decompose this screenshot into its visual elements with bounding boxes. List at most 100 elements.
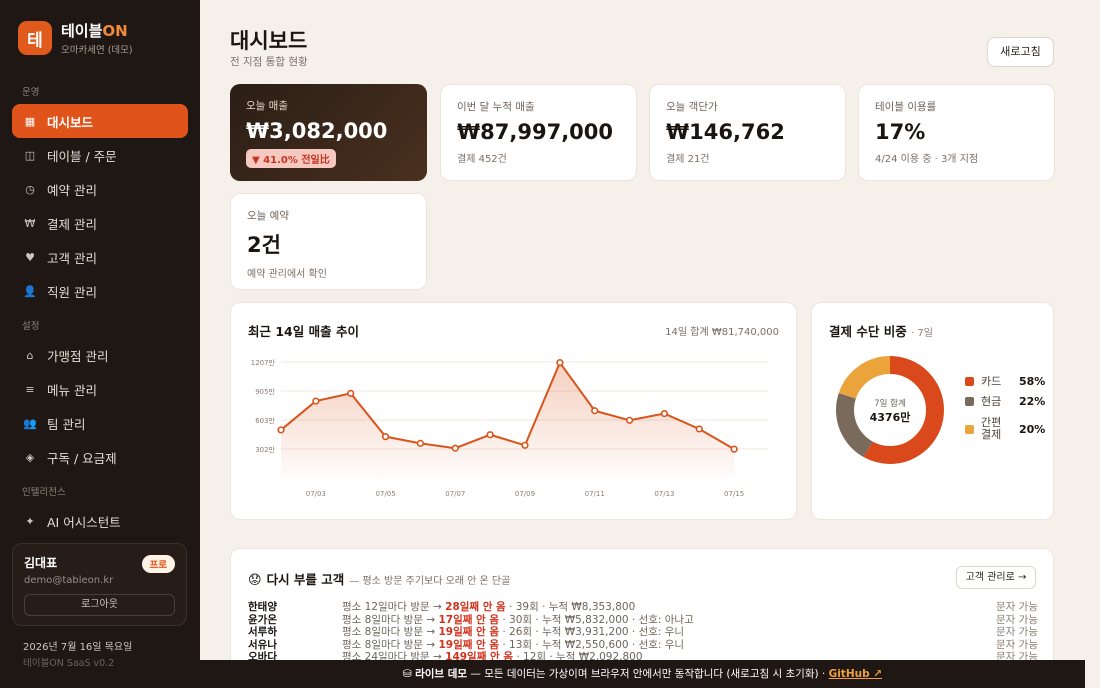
y-tick-label: 603만 bbox=[255, 416, 275, 425]
legend-item: 현금 22% bbox=[965, 395, 1045, 408]
x-tick-label: 07/13 bbox=[654, 490, 674, 498]
data-point-07/14[interactable] bbox=[695, 425, 703, 433]
kpi-value: 2건 bbox=[247, 233, 281, 257]
payment-donut-chart: 7일 합계4376만 bbox=[836, 356, 944, 464]
data-point-07/15[interactable] bbox=[730, 445, 738, 453]
payment-mix-card: 결제 수단 비중 · 7일 7일 합계 4376만 카드 58% 현금 22% 간편결제 2… bbox=[811, 302, 1054, 520]
user-card: 김대표 demo@tableon.kr 프로 로그아웃 bbox=[12, 543, 187, 626]
y-tick-label: 905만 bbox=[255, 387, 275, 396]
team-icon: 👥 bbox=[23, 416, 37, 430]
legend-label: 카드 bbox=[981, 374, 1002, 388]
logout-button[interactable]: 로그아웃 bbox=[24, 594, 175, 616]
donut-center-value: 4376만 bbox=[870, 410, 911, 424]
lapsed-customers-title: 다시 부를 고객 bbox=[266, 572, 345, 587]
lapsed-customers-header: 😟 다시 부를 고객 — 평소 방문 주기보다 오래 안 온 단골 bbox=[248, 569, 510, 588]
legend-swatch bbox=[965, 397, 974, 406]
sidebar-item-label: 메뉴 관리 bbox=[47, 382, 97, 398]
data-point-07/12[interactable] bbox=[625, 416, 634, 424]
sidebar-item-tables[interactable]: ◫ 테이블 / 주문 bbox=[12, 138, 188, 172]
legend-value: 20% bbox=[1019, 422, 1046, 436]
table-row[interactable]: 서루하 평소 8일마다 방문 → 19일째 안 옴 · 26회 · 누적 ₩3,9… bbox=[248, 626, 1038, 639]
kpi-note: 4/24 이용 중 · 3개 지점 bbox=[875, 154, 979, 165]
kpi-note: 예약 관리에서 확인 bbox=[247, 269, 327, 280]
kpi-value: 17% bbox=[875, 120, 926, 144]
customer-name: 윤가온 bbox=[248, 613, 277, 626]
data-point-07/03[interactable] bbox=[312, 397, 320, 405]
sidebar-item-label: 예약 관리 bbox=[47, 182, 97, 198]
go-to-customers-button[interactable]: 고객 관리로 → bbox=[956, 566, 1036, 589]
sidebar-item-label: 결제 관리 bbox=[47, 216, 97, 232]
sidebar-item-staff[interactable]: 👤 직원 관리 bbox=[12, 274, 188, 308]
page-title: 대시보드 bbox=[230, 29, 308, 53]
days-absent: 19일째 안 옴 bbox=[438, 638, 500, 651]
diamond-icon: ◈ bbox=[25, 450, 35, 464]
sidebar-item-label: 고객 관리 bbox=[47, 250, 97, 266]
customer-detail: 평소 12일마다 방문 → 28일째 안 옴 · 39회 · 누적 ₩8,353… bbox=[342, 601, 978, 614]
sidebar-item-subscription[interactable]: ◈ 구독 / 요금제 bbox=[12, 440, 188, 474]
brand-name: 테이블ON bbox=[61, 20, 133, 41]
sidebar-item-customers[interactable]: ♥ 고객 관리 bbox=[12, 240, 188, 274]
table-row[interactable]: 윤가온 평소 8일마다 방문 → 17일째 안 옴 · 30회 · 누적 ₩5,8… bbox=[248, 614, 1038, 627]
data-point-07/08[interactable] bbox=[486, 431, 494, 439]
y-tick-label: 1207만 bbox=[251, 358, 276, 367]
data-point-07/06[interactable] bbox=[416, 439, 425, 447]
legend-label: 현금 bbox=[981, 394, 1002, 408]
worried-face-icon: 😟 bbox=[248, 573, 262, 588]
brand[interactable]: 테 테이블ON 오마카세연 (데모) bbox=[12, 18, 188, 56]
data-point-07/13[interactable] bbox=[660, 409, 669, 418]
sidebar-item-label: 직원 관리 bbox=[47, 284, 97, 300]
legend-item: 간편결제 20% bbox=[965, 417, 1045, 441]
main-content: 대시보드 전 지점 통합 현황 새로고침 오늘 매출 ₩3,082,000 ▼ … bbox=[200, 0, 1100, 688]
sidebar-item-team[interactable]: 👥 팀 관리 bbox=[12, 406, 188, 440]
kpi-note: 결제 452건 bbox=[457, 154, 507, 165]
demo-icon: ⛁ bbox=[402, 668, 412, 680]
kpi-avg-spend: 오늘 객단가 ₩146,762 결제 21건 bbox=[649, 84, 846, 181]
sidebar-nav: 운영 ▦ 대시보드 ◫ 테이블 / 주문 ◷ 예약 관리 ₩ 결제 관리 ♥ 고객 관리 👤 직원 관리… bbox=[12, 84, 188, 538]
data-point-07/07[interactable] bbox=[451, 444, 459, 452]
kpi-label: 테이블 이용률 bbox=[875, 101, 937, 113]
x-tick-label: 07/05 bbox=[375, 490, 395, 498]
sidebar-item-stores[interactable]: ⌂ 가맹점 관리 bbox=[12, 338, 188, 372]
sidebar-item-reservations[interactable]: ◷ 예약 관리 bbox=[12, 172, 188, 206]
kpi-note: 결제 21건 bbox=[666, 154, 710, 165]
visit-cycle: 평소 12일마다 방문 → bbox=[342, 601, 446, 613]
refresh-button[interactable]: 새로고침 bbox=[987, 37, 1054, 67]
sms-status: 문자 가능 bbox=[996, 626, 1038, 638]
kpi-label: 오늘 매출 bbox=[246, 100, 288, 112]
data-point-07/04[interactable] bbox=[347, 389, 355, 397]
customer-detail: 평소 8일마다 방문 → 17일째 안 옴 · 30회 · 누적 ₩5,832,… bbox=[342, 614, 978, 627]
sidebar-item-label: AI 어시스턴트 bbox=[47, 514, 121, 530]
table-row[interactable]: 한태양 평소 12일마다 방문 → 28일째 안 옴 · 39회 · 누적 ₩8,… bbox=[248, 601, 1038, 614]
days-absent: 19일째 안 옴 bbox=[438, 626, 500, 638]
kpi-table-usage: 테이블 이용률 17% 4/24 이용 중 · 3개 지점 bbox=[858, 84, 1055, 181]
visit-stats: · 39회 · 누적 ₩8,353,800 bbox=[505, 601, 636, 613]
table-icon: ◫ bbox=[24, 148, 36, 162]
sms-status: 문자 가능 bbox=[996, 601, 1038, 613]
plan-badge: 프로 bbox=[141, 555, 175, 573]
sidebar-item-dashboard[interactable]: ▦ 대시보드 bbox=[12, 104, 188, 138]
github-link[interactable]: GitHub ↗ bbox=[829, 668, 882, 680]
customer-detail: 평소 8일마다 방문 → 19일째 안 옴 · 26회 · 누적 ₩3,931,… bbox=[342, 626, 978, 639]
sales-trend-card: 최근 14일 매출 추이 14일 합계 ₩81,740,000 302만 603만… bbox=[230, 302, 797, 520]
kpi-month-sales: 이번 달 누적 매출 ₩87,997,000 결제 452건 bbox=[440, 84, 637, 181]
data-point-07/09[interactable] bbox=[521, 441, 529, 449]
sales-trend-chart: 302만 603만 905만 1207만 07/03 07/05 07/07 07/09 07/… bbox=[251, 358, 769, 498]
sidebar-section-label: 운영 bbox=[22, 87, 40, 98]
heart-icon: ♥ bbox=[25, 250, 35, 264]
data-point-07/11[interactable] bbox=[591, 407, 599, 415]
demo-banner-text: — 모든 데이터는 가상이며 브라우저 안에서만 동작합니다 (새로고침 시 초… bbox=[467, 668, 829, 680]
legend-value: 58% bbox=[1019, 375, 1046, 388]
sidebar-item-payments[interactable]: ₩ 결제 관리 bbox=[12, 206, 188, 240]
visit-stats: · 13회 · 누적 ₩2,550,600 · 선호: 우니 bbox=[499, 638, 685, 651]
person-icon: 👤 bbox=[23, 284, 37, 298]
sidebar-item-ai[interactable]: ✦ AI 어시스턴트 bbox=[12, 504, 188, 538]
customer-name: 한태양 bbox=[248, 601, 277, 613]
brand-name-prefix: 테이블 bbox=[61, 22, 103, 40]
table-row[interactable]: 서유나 평소 8일마다 방문 → 19일째 안 옴 · 13회 · 누적 ₩2,5… bbox=[248, 639, 1038, 652]
data-point-07/02[interactable] bbox=[277, 426, 285, 434]
customer-name: 서루하 bbox=[248, 626, 277, 638]
user-email: demo@tableon.kr bbox=[24, 575, 114, 586]
data-point-07/10[interactable] bbox=[556, 359, 564, 367]
data-point-07/05[interactable] bbox=[381, 433, 390, 441]
sidebar-item-menu[interactable]: ≡ 메뉴 관리 bbox=[12, 372, 188, 406]
